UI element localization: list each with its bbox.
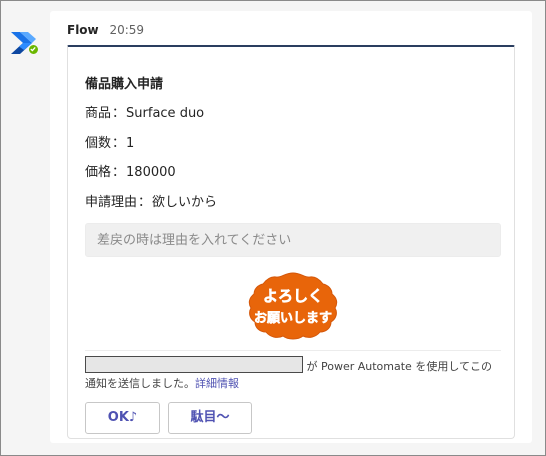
fact-separator: ： [112,106,126,121]
return-reason-input[interactable] [85,223,501,257]
details-link[interactable]: 詳細情報 [195,377,239,390]
redacted-owner-name [85,356,303,373]
fact-value: 1 [126,136,135,151]
fact-separator: ： [138,195,152,210]
notice-text-a: が Power Automate を使用してこの [306,360,493,373]
fact-label: 商品 [85,106,112,121]
fact-quantity: 個数：1 [85,135,134,153]
fact-label: 個数 [85,136,112,151]
notice-text-b: 通知を送信しました。 [85,377,195,390]
message-timestamp: 20:59 [109,23,145,37]
sticker-text-line2: お願いします [254,311,332,326]
fact-value: 欲しいから [152,195,218,210]
fact-price: 価格：180000 [85,164,176,182]
fact-separator: ： [112,165,126,180]
fact-reason: 申請理由：欲しいから [85,194,217,212]
fact-separator: ： [112,136,126,151]
card-title: 備品購入申請 [85,77,164,92]
divider [85,350,501,351]
sticker-text-line1: よろしく [263,287,323,305]
sender-name[interactable]: Flow [67,23,99,37]
fact-value: Surface duo [126,106,205,121]
adaptive-card: 備品購入申請 商品：Surface duo 個数：1 価格：180000 申請理… [67,45,515,439]
chat-message: Flow 20:59 備品購入申請 商品：Surface duo 個数：1 価格… [50,11,532,443]
yoroshiku-sticker-image: よろしく お願いします [245,270,341,342]
flow-notice: が Power Automate を使用してこの 通知を送信しました。詳細情報 [85,356,505,392]
fact-product: 商品：Surface duo [85,105,204,123]
fact-value: 180000 [126,165,176,180]
reject-button[interactable]: 駄目～ [168,402,252,434]
ok-button[interactable]: OK♪ [85,402,160,434]
message-header: Flow 20:59 [67,22,144,38]
teams-chat-frame: Flow 20:59 備品購入申請 商品：Surface duo 個数：1 価格… [0,0,546,456]
presence-available-icon [28,44,39,55]
fact-label: 価格 [85,165,112,180]
fact-label: 申請理由 [85,195,138,210]
